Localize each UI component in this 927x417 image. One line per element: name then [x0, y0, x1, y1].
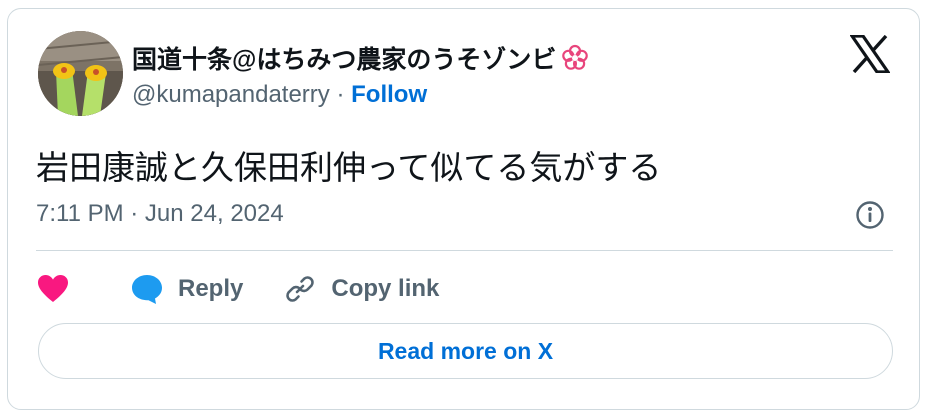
tweet-timestamp[interactable]: 7:11 PM · Jun 24, 2024 [36, 200, 284, 228]
author-handle[interactable]: @kumapandaterry [132, 81, 330, 108]
info-icon[interactable] [855, 200, 885, 230]
handle-separator: · [329, 81, 352, 108]
tweet-text: 岩田康誠と久保田利伸って似てる気がする [36, 149, 662, 186]
display-name-text: 国道十条@はちみつ農家のうそゾンビ [132, 46, 557, 74]
divider [36, 250, 893, 251]
read-more-label: Read more on X [377, 337, 554, 364]
reply-label: Reply [178, 275, 244, 302]
copy-link-button[interactable]: Copy link [283, 272, 439, 306]
heart-icon [36, 272, 70, 306]
follow-button[interactable]: Follow [351, 81, 427, 108]
like-button[interactable] [36, 272, 70, 306]
reply-bubble-icon [130, 272, 164, 306]
x-logo-icon[interactable] [848, 34, 892, 74]
author-handle-row: @kumapandaterry · Follow [132, 81, 427, 109]
action-bar: Reply Copy link [36, 267, 439, 311]
read-more-button[interactable]: Read more on X [38, 323, 893, 379]
copy-link-label: Copy link [331, 275, 440, 302]
flower-badge-icon [560, 43, 590, 73]
tweet-embed-card: 国道十条@はちみつ農家のうそゾンビ @kumapandaterry · Foll… [7, 8, 920, 410]
reply-button[interactable]: Reply [130, 272, 243, 306]
link-icon [283, 272, 317, 306]
avatar[interactable] [38, 31, 123, 116]
author-display-name[interactable]: 国道十条@はちみつ農家のうそゾンビ [132, 40, 590, 76]
